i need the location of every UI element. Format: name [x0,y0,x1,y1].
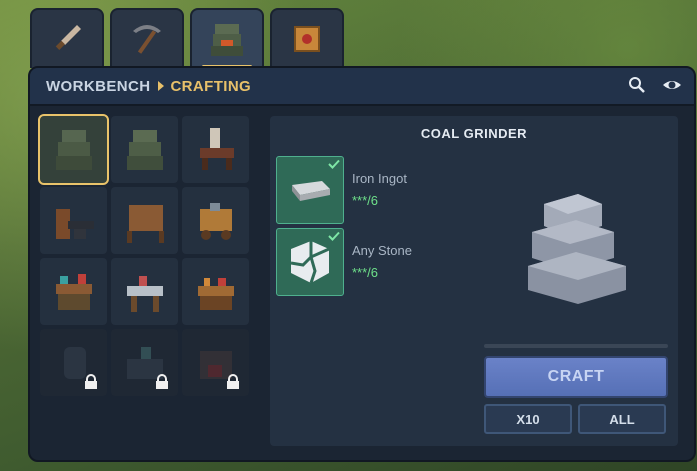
recipe-slot-skeleton-bench[interactable] [182,116,249,183]
tab-tools[interactable] [110,8,184,68]
recipe-slot-tool-bench[interactable] [182,258,249,325]
alchemy-table-icon [55,273,92,310]
ingredient-quantity: ***/6 [352,265,379,280]
ingredient-quantity: ***/6 [352,193,379,208]
cart-station-icon [199,202,232,240]
pickaxe-icon [133,25,161,54]
ingredient-slot-any-stone[interactable] [276,228,344,296]
crate-icon [294,26,320,52]
tab-weapons[interactable] [30,8,104,68]
craft-button[interactable]: CRAFT [484,356,668,398]
category-tabs [30,8,344,70]
recipe-slot-barrel-station[interactable] [40,329,107,396]
ingredient-slot-iron-ingot[interactable] [276,156,344,224]
breadcrumb-arrow-icon [158,81,165,91]
recipe-slot-anvil-station[interactable] [40,187,107,254]
breadcrumb-root[interactable]: WORKBENCH [46,78,150,95]
ingredient-name: Any Stone [352,243,412,258]
recipe-slot-forge-station[interactable] [182,329,249,396]
anvil-station-icon [55,208,94,239]
workbench-icon [211,24,243,56]
recipe-slot-hide-rack[interactable] [111,187,178,254]
recipe-detail: COAL GRINDER Iron Ingot ***/6 Any Stone … [270,116,678,446]
recipe-slot-grinder-variant[interactable] [111,116,178,183]
recipe-slot-coal-grinder[interactable] [38,114,109,185]
crafting-panel: WORKBENCH CRAFTING COAL GRINDER Iron Ing… [28,66,696,462]
craft-progress-bar [484,344,668,348]
lock-icon [227,374,239,389]
search-icon[interactable] [628,76,646,94]
panel-header: WORKBENCH CRAFTING [30,68,694,106]
tool-bench-icon [197,277,234,310]
recipe-title: COAL GRINDER [420,126,528,141]
lock-icon [85,374,97,389]
coal-grinder-icon [55,129,92,170]
recipe-slot-cart-station[interactable] [182,187,249,254]
skeleton-bench-icon [199,127,234,170]
recipe-slot-lab-station[interactable] [111,329,178,396]
coal-grinder-preview [528,194,626,304]
craft-all-button[interactable]: ALL [578,404,666,434]
recipe-grid [38,114,252,406]
ingredient-name: Iron Ingot [352,171,407,186]
check-icon [328,159,340,169]
tab-workbench[interactable] [190,8,264,70]
check-icon [328,231,340,241]
tab-storage[interactable] [270,8,344,68]
craft-x10-button[interactable]: X10 [484,404,572,434]
sewing-table-icon [126,275,163,312]
lock-icon [156,374,168,389]
recipe-slot-sewing-table[interactable] [111,258,178,325]
breadcrumb-current: CRAFTING [170,77,252,95]
eye-icon[interactable] [662,76,682,94]
hide-rack-icon [126,204,164,243]
iron-ingot-icon [292,181,330,201]
grinder-variant-icon [126,129,163,170]
knife-icon [55,25,81,50]
recipe-slot-alchemy-table[interactable] [40,258,107,325]
stone-icon [290,241,330,284]
